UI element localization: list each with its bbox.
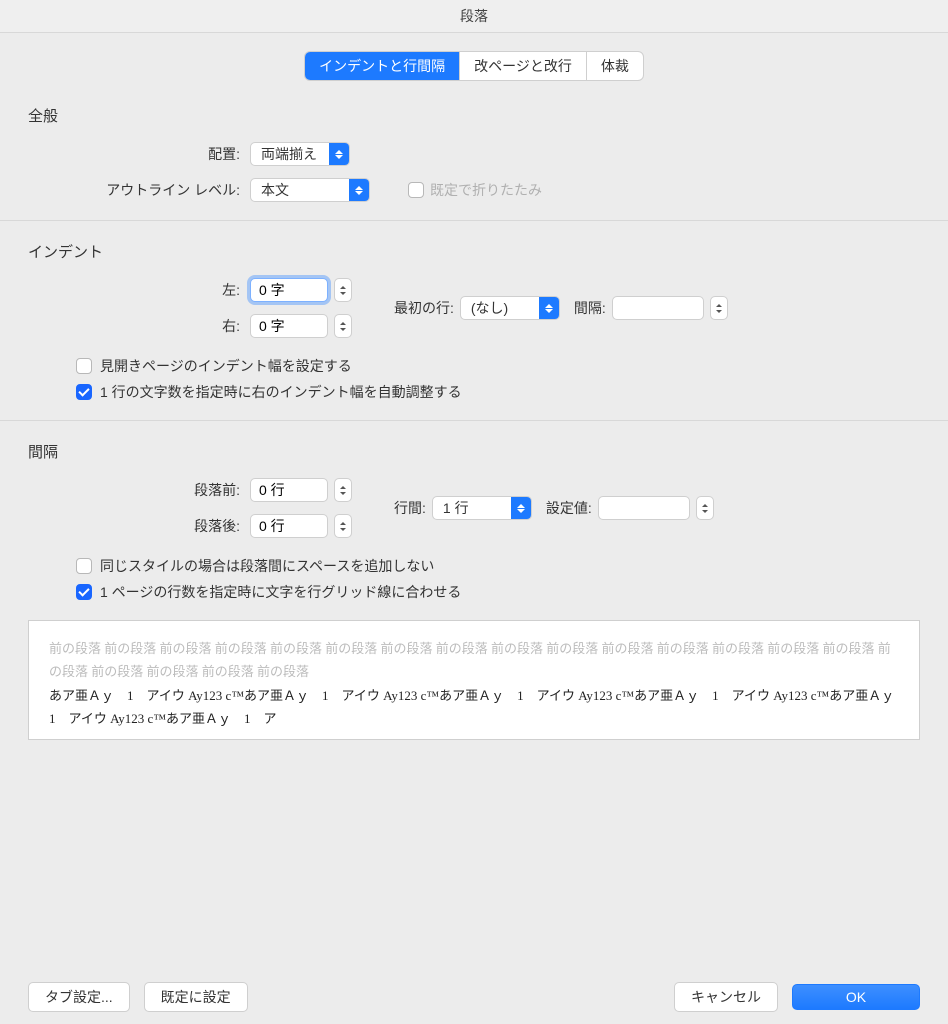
indent-left-label: 左: xyxy=(28,280,250,300)
tab-indent-spacing[interactable]: インデントと行間隔 xyxy=(305,52,460,80)
outline-level-label: アウトライン レベル: xyxy=(28,180,250,200)
mirror-indent-checkbox[interactable] xyxy=(76,358,92,374)
window-title: 段落 xyxy=(0,0,948,33)
outline-level-select[interactable]: 本文 xyxy=(250,178,370,202)
no-space-same-style-checkbox[interactable] xyxy=(76,558,92,574)
line-spacing-at-stepper[interactable] xyxy=(696,496,714,520)
indent-left-input[interactable] xyxy=(250,278,328,302)
preview-prev-text: 前の段落 前の段落 前の段落 前の段落 前の段落 前の段落 前の段落 前の段落 … xyxy=(49,637,899,684)
auto-right-indent-checkbox[interactable] xyxy=(76,384,92,400)
spacing-before-input[interactable] xyxy=(250,478,328,502)
spacing-before-stepper[interactable] xyxy=(334,478,352,502)
indent-right-input[interactable] xyxy=(250,314,328,338)
firstline-amount-label: 間隔: xyxy=(574,298,606,318)
dialog-footer: タブ設定... 既定に設定 キャンセル OK xyxy=(0,982,948,1012)
preview-panel: 前の段落 前の段落 前の段落 前の段落 前の段落 前の段落 前の段落 前の段落 … xyxy=(28,620,920,740)
indent-right-stepper[interactable] xyxy=(334,314,352,338)
collapse-default-checkbox xyxy=(408,182,424,198)
section-general-title: 全般 xyxy=(28,105,920,126)
auto-right-indent-label: 1 行の文字数を指定時に右のインデント幅を自動調整する xyxy=(100,382,462,402)
indent-left-stepper[interactable] xyxy=(334,278,352,302)
divider xyxy=(0,420,948,421)
line-spacing-label: 行間: xyxy=(394,498,426,518)
tab-style[interactable]: 体裁 xyxy=(587,52,643,80)
cancel-button[interactable]: キャンセル xyxy=(674,982,778,1012)
snap-to-grid-checkbox[interactable] xyxy=(76,584,92,600)
spacing-after-label: 段落後: xyxy=(28,516,250,536)
alignment-select[interactable]: 両端揃え xyxy=(250,142,350,166)
preview-sample-text: あア亜Ａｙ 1 アイウ Ay123 c™あア亜Ａｙ 1 アイウ Ay123 c™… xyxy=(49,684,899,731)
alignment-label: 配置: xyxy=(28,144,250,164)
divider xyxy=(0,220,948,221)
no-space-same-style-label: 同じスタイルの場合は段落間にスペースを追加しない xyxy=(100,556,434,576)
spacing-before-label: 段落前: xyxy=(28,480,250,500)
snap-to-grid-label: 1 ページの行数を指定時に文字を行グリッド線に合わせる xyxy=(100,582,461,602)
chevron-updown-icon xyxy=(329,143,349,165)
firstline-label: 最初の行: xyxy=(394,298,454,318)
spacing-after-stepper[interactable] xyxy=(334,514,352,538)
section-spacing-title: 間隔 xyxy=(28,441,920,462)
tab-bar: インデントと行間隔 改ページと改行 体裁 xyxy=(28,51,920,81)
collapse-default-label: 既定で折りたたみ xyxy=(430,180,542,200)
firstline-select[interactable]: (なし) xyxy=(460,296,560,320)
ok-button[interactable]: OK xyxy=(792,984,920,1010)
line-spacing-select[interactable]: 1 行 xyxy=(432,496,532,520)
chevron-updown-icon xyxy=(539,297,559,319)
chevron-updown-icon xyxy=(511,497,531,519)
firstline-amount-stepper[interactable] xyxy=(710,296,728,320)
line-spacing-at-label: 設定値: xyxy=(546,498,592,518)
tabs-settings-button[interactable]: タブ設定... xyxy=(28,982,130,1012)
line-spacing-at-input[interactable] xyxy=(598,496,690,520)
spacing-after-input[interactable] xyxy=(250,514,328,538)
section-indent-title: インデント xyxy=(28,241,920,262)
indent-right-label: 右: xyxy=(28,316,250,336)
mirror-indent-label: 見開きページのインデント幅を設定する xyxy=(100,356,352,376)
chevron-updown-icon xyxy=(349,179,369,201)
firstline-amount-input[interactable] xyxy=(612,296,704,320)
set-default-button[interactable]: 既定に設定 xyxy=(144,982,248,1012)
tab-page-breaks[interactable]: 改ページと改行 xyxy=(460,52,587,80)
